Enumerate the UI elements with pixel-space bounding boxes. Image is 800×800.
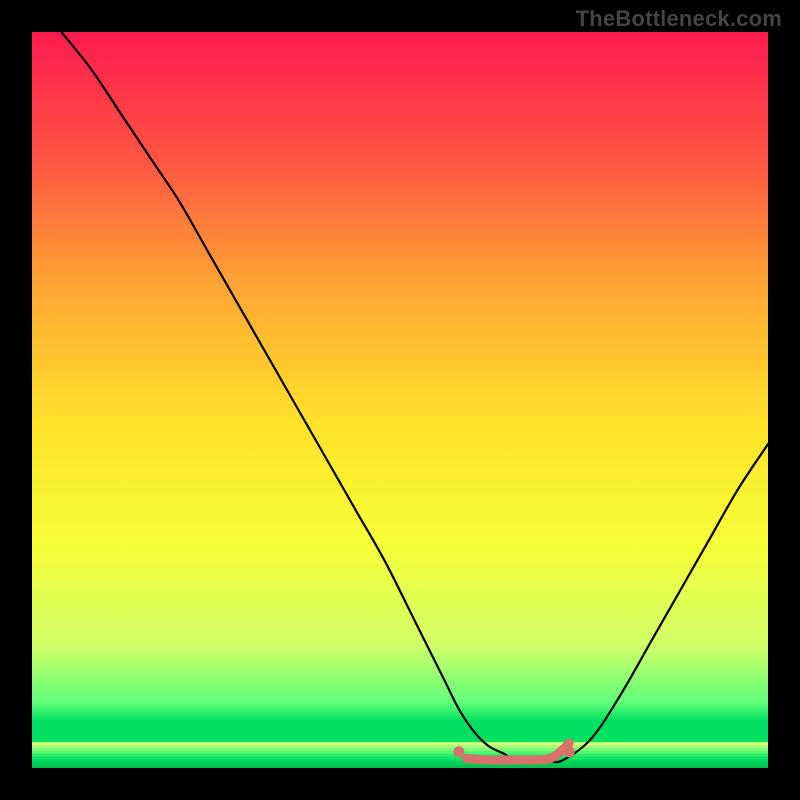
optimal-marker-dot [564,746,575,757]
chart-svg [32,32,768,768]
optimal-marker-dot [453,746,464,757]
plot-area [32,32,768,768]
bottom-stripes [32,742,768,768]
chart-container: TheBottleneck.com [0,0,800,800]
watermark-text: TheBottleneck.com [576,6,782,32]
chart-background [32,32,768,746]
